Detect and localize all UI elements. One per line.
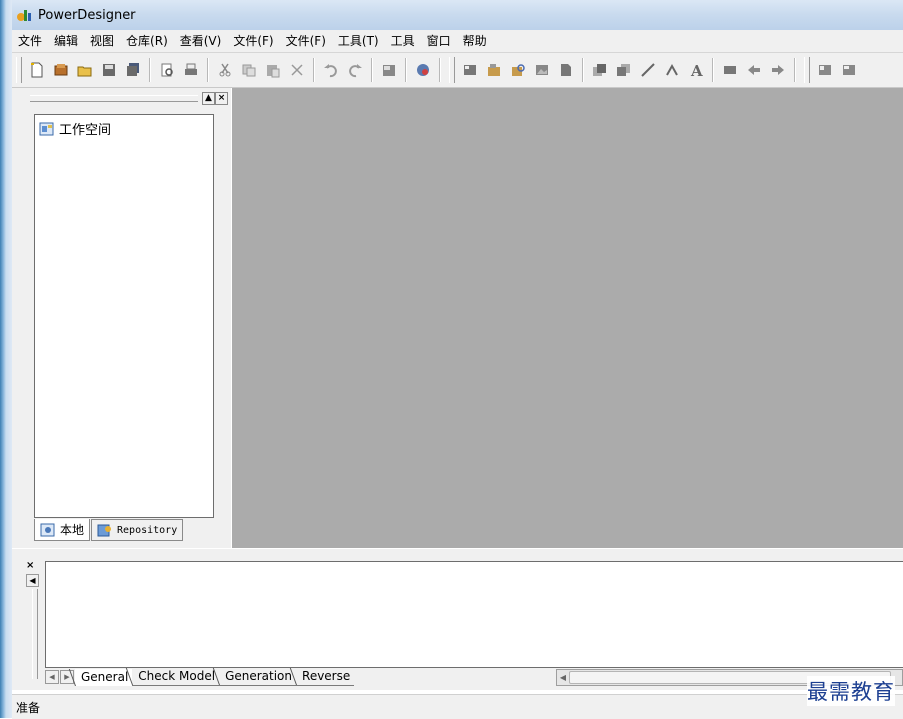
powerdesigner-app-icon [16,7,32,23]
menu-edit[interactable]: 编辑 [48,31,84,51]
tab-local[interactable]: 本地 [34,519,91,541]
redo-icon[interactable] [345,59,365,81]
tab-generation[interactable]: Generation [219,668,297,686]
output-collapse-button[interactable]: ◀ [26,574,39,587]
model-icon[interactable] [51,59,71,81]
help-icon[interactable] [413,59,433,81]
tab-reverse[interactable]: Reverse [296,668,355,686]
right-arrow-icon[interactable] [768,59,788,81]
package-icon[interactable] [484,59,504,81]
workspace-icon [39,121,55,137]
back-icon[interactable] [614,59,634,81]
grid-icon[interactable] [815,59,835,81]
toolbar-separator [149,58,151,82]
tab-local-label: 本地 [60,523,85,537]
open-icon[interactable] [75,59,95,81]
align-icon[interactable] [720,59,740,81]
local-icon [40,522,56,538]
menu-tools-t[interactable]: 工具(T) [332,31,385,51]
menu-file[interactable]: 文件 [12,31,48,51]
copy-icon[interactable] [239,59,259,81]
save-all-icon[interactable] [123,59,143,81]
menu-window[interactable]: 窗口 [421,31,457,51]
grid2-icon[interactable] [839,59,859,81]
line-icon[interactable] [638,59,658,81]
menu-view-v[interactable]: 查看(V) [174,31,228,51]
toolbar-separator [313,58,315,82]
tab-repository[interactable]: Repository [91,519,184,541]
output-grip[interactable] [32,589,38,679]
tree-item-label: 工作空间 [59,123,112,138]
left-arrow-icon[interactable] [744,59,764,81]
tab-scroll-left-button[interactable]: ◀ [45,670,59,684]
watermark-text: 最需教育 [807,676,895,706]
toolbar-separator [794,58,796,82]
toolbar-grip[interactable] [804,57,810,83]
browser-panel-header[interactable]: ▲ × [12,88,231,108]
panel-minimize-button[interactable]: ▲ [202,92,215,105]
window-title: PowerDesigner [38,7,136,23]
properties-icon[interactable] [379,59,399,81]
tab-repository-label: Repository [117,524,178,536]
diagram-workspace[interactable] [232,88,903,548]
browser-panel: ▲ × 工作空间 本地 Repository [12,88,231,548]
tab-general[interactable]: General [75,668,133,686]
toolbar-separator [371,58,373,82]
toolbar-separator [207,58,209,82]
toolbar-separator [712,58,714,82]
panel-grip [30,95,198,102]
print-preview-icon[interactable] [157,59,177,81]
output-text-area[interactable] [45,561,903,668]
package-find-icon[interactable] [508,59,528,81]
scroll-left-arrow-icon[interactable]: ◀ [557,673,569,682]
diagram-icon[interactable] [460,59,480,81]
svg-text:A: A [690,62,703,78]
tab-check-model[interactable]: Check Model [132,668,220,686]
title-bar[interactable]: PowerDesigner [12,0,903,30]
status-bar: 准备 [12,694,903,719]
toolbar-grip[interactable] [449,57,455,83]
browser-tree: 工作空间 [34,114,214,518]
menu-tools[interactable]: 工具 [385,31,421,51]
front-icon[interactable] [590,59,610,81]
standard-toolbar: A [12,53,903,88]
new-icon[interactable] [27,59,47,81]
page-icon[interactable] [556,59,576,81]
print-icon[interactable] [181,59,201,81]
menu-view[interactable]: 视图 [84,31,120,51]
menu-repository[interactable]: 仓库(R) [120,31,174,51]
menu-file-f[interactable]: 文件(F) [227,31,279,51]
toolbar-grip[interactable] [16,57,22,83]
output-tabs-row: ◀ ▶ General Check Model Generation Rever… [45,667,903,687]
menu-bar: 文件 编辑 视图 仓库(R) 查看(V) 文件(F) 文件(F) 工具(T) 工… [12,30,903,53]
tree-item-workspace[interactable]: 工作空间 [39,119,213,138]
repository-icon [97,522,113,538]
menu-help[interactable]: 帮助 [457,31,493,51]
link-icon[interactable] [662,59,682,81]
undo-icon[interactable] [321,59,341,81]
menu-file-f-2[interactable]: 文件(F) [280,31,332,51]
output-close-button[interactable]: × [26,561,34,571]
toolbar-separator [405,58,407,82]
output-panel: × ◀ ◀ ▶ General Check Model Generation R… [12,559,903,690]
status-text: 准备 [16,700,41,715]
browser-tabs: 本地 Repository [34,519,184,541]
window-left-border [0,0,12,718]
image-icon[interactable] [532,59,552,81]
panel-close-button[interactable]: × [215,92,228,105]
toolbar-separator [582,58,584,82]
cut-icon[interactable] [215,59,235,81]
save-icon[interactable] [99,59,119,81]
paste-icon[interactable] [263,59,283,81]
text-icon[interactable]: A [686,59,706,81]
toolbar-separator [439,58,441,82]
delete-icon[interactable] [287,59,307,81]
